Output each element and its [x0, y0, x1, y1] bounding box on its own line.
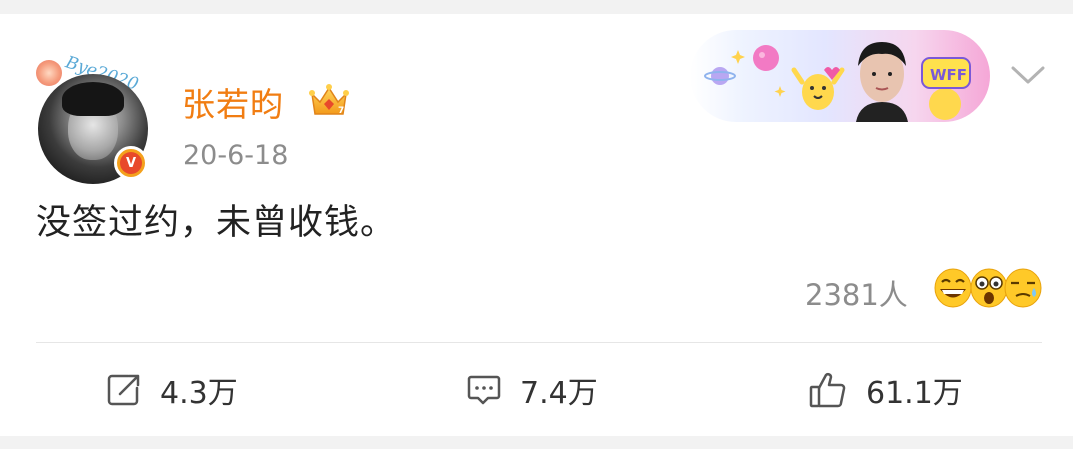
divider [36, 342, 1042, 343]
astonished-face-icon[interactable] [970, 268, 1008, 308]
avatar-hair [62, 82, 124, 116]
comment-count: 7.4万 [520, 376, 598, 411]
fan-banner[interactable]: WFF [690, 30, 990, 122]
post-date: 20-6-18 [183, 140, 289, 171]
post-content: 没签过约，未曾收钱。 [36, 203, 397, 243]
banner-tag: WFF [930, 66, 967, 84]
like-icon [809, 373, 846, 408]
comment-button[interactable]: 7.4万 [466, 370, 598, 411]
avatar-container[interactable]: Bye2020 V [36, 44, 156, 184]
comment-icon [467, 375, 501, 405]
sleepy-face-icon[interactable] [1004, 268, 1042, 308]
like-button[interactable]: 61.1万 [808, 370, 963, 411]
verified-badge-letter: V [120, 152, 142, 174]
svg-text:7: 7 [338, 106, 344, 116]
weibo-post-card: Bye2020 V 张若昀 7 20-6-18 WFF 没签过约，未曾收钱。 2… [0, 14, 1073, 436]
verified-badge: V [114, 146, 148, 180]
reactions-count[interactable]: 2381人 [805, 272, 908, 314]
share-icon [107, 374, 140, 406]
share-button[interactable]: 4.3万 [106, 370, 238, 411]
like-count: 61.1万 [866, 376, 963, 411]
flower-sticker-icon [36, 60, 62, 86]
banner-art-icon: WFF [704, 42, 971, 122]
author-name[interactable]: 张若昀 [182, 78, 284, 126]
share-count: 4.3万 [160, 376, 238, 411]
crown-icon[interactable]: 7 [308, 82, 350, 120]
grinning-face-icon[interactable] [934, 268, 972, 308]
chevron-down-icon[interactable] [1010, 64, 1046, 86]
